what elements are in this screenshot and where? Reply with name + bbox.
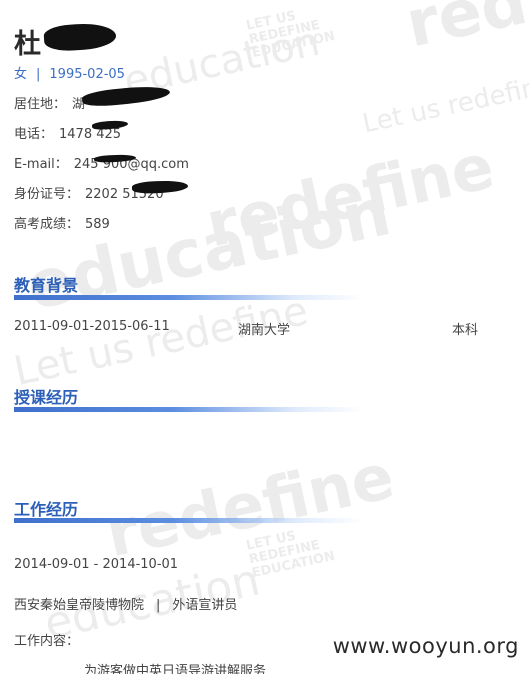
- education-school: 湖南大学: [238, 323, 291, 338]
- separator: |: [156, 598, 161, 613]
- work-period: 2014-09-01 - 2014-10-01: [14, 557, 179, 572]
- section-title-teaching: 授课经历: [14, 388, 79, 407]
- education-degree: 本科: [452, 323, 479, 338]
- section-divider: [14, 295, 364, 300]
- work-position: 外语宣讲员: [172, 598, 238, 613]
- candidate-name: 杜: [14, 29, 42, 60]
- basic-info: 女 | 1995-02-05: [14, 63, 125, 82]
- section-title-work: 工作经历: [14, 500, 79, 519]
- redaction-mark: [81, 83, 171, 109]
- section-divider: [14, 407, 364, 412]
- resume-page: 杜 女 | 1995-02-05 居住地：湖 电话： 1478 425 E-mail：…: [0, 0, 529, 674]
- work-employer: 西安秦始皇帝陵博物院 | 外语宣讲员: [14, 594, 237, 613]
- redaction-mark: [91, 119, 129, 131]
- birth-date: 1995-02-05: [49, 67, 125, 82]
- section-divider: [14, 518, 364, 523]
- education-period: 2011-09-01-2015-06-11: [14, 319, 170, 334]
- gender: 女: [14, 67, 28, 82]
- work-content-label: 工作内容：: [14, 634, 80, 649]
- separator: |: [36, 67, 41, 82]
- work-duty: 为游客做中英日语导游讲解服务: [84, 664, 267, 674]
- redaction-mark: [131, 179, 189, 195]
- info-exam-score: 高考成绩： 589: [14, 217, 110, 232]
- redaction-mark: [43, 21, 117, 53]
- work-company: 西安秦始皇帝陵博物院: [14, 598, 145, 613]
- info-residence: 居住地：湖: [14, 97, 86, 112]
- section-title-education: 教育背景: [14, 276, 79, 295]
- site-watermark: www.wooyun.org: [332, 634, 519, 658]
